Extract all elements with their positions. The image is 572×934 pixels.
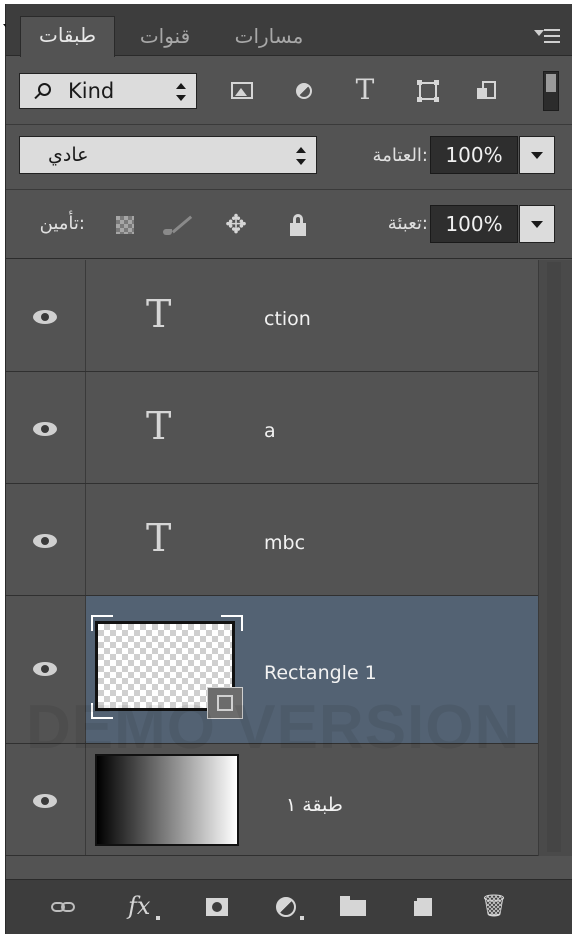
kind-label: Kind xyxy=(68,79,115,103)
text-layer-icon: T xyxy=(146,404,172,448)
layer-thumbnail[interactable] xyxy=(91,615,243,719)
layers-panel: طبقات قنوات مسارات Kind T عادي:العتامة … xyxy=(3,4,572,934)
add-mask-icon[interactable] xyxy=(202,894,234,920)
pixel-filter-icon[interactable] xyxy=(226,75,258,107)
scrollbar-thumb[interactable] xyxy=(547,262,561,852)
lock-transparent-icon[interactable] xyxy=(112,211,140,239)
panel-menu-icon[interactable] xyxy=(534,26,564,48)
blend-mode-select[interactable]: عادي xyxy=(19,136,317,174)
lock-all-icon[interactable] xyxy=(284,211,312,239)
visibility-toggle[interactable] xyxy=(6,260,86,371)
layer-row[interactable]: T a xyxy=(6,372,538,484)
lock-move-icon[interactable]: ✥ xyxy=(222,211,250,239)
scrollbar[interactable] xyxy=(538,260,572,856)
layer-name: mbc xyxy=(264,532,306,554)
fx-label: fx xyxy=(128,892,151,920)
filter-toggle[interactable] xyxy=(543,71,559,111)
blend-row: عادي :العتامة 100% xyxy=(6,126,572,190)
search-icon xyxy=(38,83,51,96)
eye-icon xyxy=(33,310,57,324)
shape-filter-icon[interactable] xyxy=(412,75,444,107)
opacity-label: :العتامة xyxy=(372,145,428,166)
blend-mode-value: عادي xyxy=(48,144,89,166)
group-folder-icon[interactable] xyxy=(340,894,372,920)
fill-input[interactable]: 100% xyxy=(430,205,518,243)
type-filter-icon[interactable]: T xyxy=(349,75,381,107)
tab-channels[interactable]: قنوات xyxy=(120,18,210,56)
kind-filter-select[interactable]: Kind xyxy=(19,73,197,109)
layer-name: Rectangle 1 xyxy=(264,662,377,684)
link-layers-icon[interactable] xyxy=(49,894,81,920)
adjustment-layer-icon[interactable] xyxy=(272,894,304,920)
eye-icon xyxy=(33,422,57,436)
lock-row: :تأمين ✥ :تعبئة 100% xyxy=(6,191,572,259)
trash-icon[interactable]: 🗑 xyxy=(478,894,510,920)
eye-icon xyxy=(33,794,57,808)
visibility-toggle[interactable] xyxy=(6,744,86,855)
layers-list: T ction T a T mbc Rectangle 1 طبقة ١ xyxy=(6,260,538,856)
layer-name: طبقة ١ xyxy=(286,794,343,816)
layer-name: a xyxy=(264,420,276,442)
new-layer-icon[interactable] xyxy=(410,894,442,920)
smart-object-filter-icon[interactable] xyxy=(472,75,504,107)
layer-filter-bar: Kind T xyxy=(6,57,572,125)
text-layer-icon: T xyxy=(146,292,172,336)
adjustment-filter-icon[interactable] xyxy=(288,75,320,107)
visibility-toggle[interactable] xyxy=(6,484,86,595)
shape-layer-icon xyxy=(207,687,243,719)
fx-icon[interactable]: fx xyxy=(128,894,160,920)
visibility-toggle[interactable] xyxy=(6,596,86,743)
tab-paths[interactable]: مسارات xyxy=(214,18,324,56)
fill-dropdown-button[interactable] xyxy=(519,205,555,243)
panel-tab-bar: طبقات قنوات مسارات xyxy=(6,4,572,57)
updown-arrows-icon xyxy=(296,147,306,165)
fill-label: :تعبئة xyxy=(387,213,428,234)
opacity-dropdown-button[interactable] xyxy=(519,136,555,174)
gradient-thumbnail[interactable] xyxy=(95,754,239,846)
updown-arrows-icon xyxy=(176,83,186,101)
layer-row-selected[interactable]: Rectangle 1 xyxy=(6,596,538,744)
eye-icon xyxy=(33,662,57,676)
visibility-toggle[interactable] xyxy=(6,372,86,483)
lock-paint-icon[interactable] xyxy=(162,211,193,239)
lock-label: :تأمين xyxy=(39,213,85,234)
panel-footer: fx 🗑 xyxy=(6,879,572,934)
layer-row[interactable]: T ction xyxy=(6,260,538,372)
eye-icon xyxy=(33,534,57,548)
layer-row[interactable]: T mbc xyxy=(6,484,538,596)
text-layer-icon: T xyxy=(146,516,172,560)
layer-name: ction xyxy=(264,308,311,330)
layer-row[interactable]: طبقة ١ xyxy=(6,744,538,856)
opacity-input[interactable]: 100% xyxy=(430,136,518,174)
tab-layers[interactable]: طبقات xyxy=(20,16,115,57)
